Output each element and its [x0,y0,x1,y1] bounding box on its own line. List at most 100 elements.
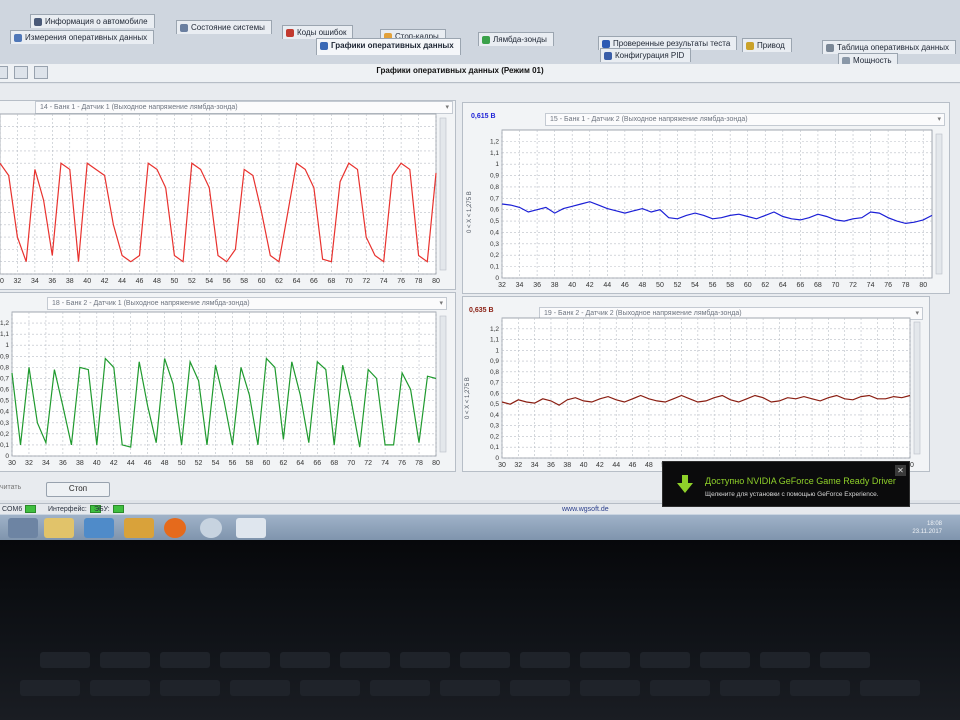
tab-pid-config[interactable]: Конфигурация PID [600,48,692,62]
keyboard-key [90,680,150,696]
vertical-scrollbar [439,117,447,271]
x-tick-label: 44 [118,278,126,285]
app-icon[interactable] [84,518,114,538]
x-tick-label: 46 [144,460,152,467]
x-tick-label: 32 [25,460,33,467]
tab-error-codes[interactable]: Коды ошибок [282,25,354,39]
keyboard-key [650,680,710,696]
x-tick-label: 44 [603,282,611,289]
x-tick-label: 72 [362,278,370,285]
plot-area [501,129,933,279]
x-tick-label: 66 [796,282,804,289]
media-icon[interactable] [124,518,154,538]
plot-area [11,311,437,457]
x-tick-label: 60 [263,460,271,467]
notification-title: Доступно NVIDIA GeForce Game Ready Drive… [705,476,896,486]
x-tick-label: 80 [432,460,440,467]
x-tick-label: 48 [639,282,647,289]
keyboard-key [510,680,570,696]
tab-lambda-sensors[interactable]: Лямбда-зонды [478,32,554,46]
chart-15: 32 34 36 38 40 42 44 46 48 50 52 54 56 58 60 62 64 66 68 70… [490,129,943,289]
download-arrow-icon [677,475,693,493]
tray-clock[interactable]: 18:08 23.11.2017 [912,520,942,536]
tab-bar: Информация о автомобиле Состояние систем… [0,0,960,67]
x-tick-label: 68 [327,278,335,285]
tab-drive[interactable]: Привод [742,38,792,52]
x-tick-label: 30 [0,278,4,285]
y-tick-label: 0,7 [490,380,499,387]
x-tick-label: 58 [240,278,248,285]
config-icon [604,52,612,60]
keyboard-key [340,652,390,668]
tab-live-data-measurements[interactable]: Измерения оперативных данных [10,30,155,44]
chart-18: 30 32 34 36 38 40 42 44 46 48 50 52 54 56 58 60 62 64 66 68… [0,311,447,467]
obd-app-icon[interactable] [236,518,266,538]
x-tick-label: 52 [188,278,196,285]
page-title: Графики оперативных данных (Режим 01) [376,66,544,75]
close-icon[interactable]: ✕ [895,465,906,476]
x-tick-label: 72 [364,460,372,467]
chart-19: 3032343638404244464850525456586062646668… [490,317,921,469]
y-tick-label: 0,8 [0,364,9,371]
screen: Информация о автомобиле Состояние систем… [0,0,960,540]
value-readout-15: 0,615 В [471,113,496,120]
x-tick-label: 40 [83,278,91,285]
x-tick-label: 34 [31,278,39,285]
y-tick-label: 0,2 [490,252,499,259]
x-tick-label: 78 [415,278,423,285]
x-tick-label: 76 [398,460,406,467]
x-tick-label: 64 [293,278,301,285]
chrome-icon[interactable] [200,518,222,538]
x-tick-label: 36 [48,278,56,285]
keyboard-key [20,680,80,696]
y-tick-label: 1,1 [490,150,499,157]
y-tick-label: 0,3 [490,423,499,430]
y-tick-label: 0,4 [490,229,499,236]
start-button[interactable] [8,518,38,538]
x-tick-label: 42 [110,460,118,467]
x-tick-label: 54 [691,282,699,289]
x-tick-label: 36 [547,462,555,469]
nvidia-notification[interactable]: Доступно NVIDIA GeForce Game Ready Drive… [662,461,910,507]
keyboard-key [700,652,750,668]
x-tick-label: 70 [347,460,355,467]
info-icon [34,18,42,26]
y-tick-label: 1,2 [0,320,9,327]
keyboard-key [720,680,780,696]
x-tick-label: 50 [178,460,186,467]
x-tick-label: 68 [330,460,338,467]
plot-area [501,317,911,459]
x-tick-label: 36 [59,460,67,467]
tab-live-data-table[interactable]: Таблица оперативных данных [822,40,957,54]
x-tick-label: 66 [310,278,318,285]
x-tick-label: 64 [296,460,304,467]
read-button-label[interactable]: читать [0,484,21,491]
x-tick-label: 44 [612,462,620,469]
x-tick-label: 70 [832,282,840,289]
explorer-icon[interactable] [44,518,74,538]
stop-button[interactable]: Стоп [46,482,110,497]
x-tick-label: 46 [621,282,629,289]
x-tick-label: 32 [514,462,522,469]
firefox-icon[interactable] [164,518,186,538]
tab-live-data-graphs[interactable]: Графики оперативных данных [316,38,461,55]
keyboard-key [640,652,690,668]
x-tick-label: 48 [161,460,169,467]
x-tick-label: 32 [14,278,22,285]
x-tick-label: 46 [136,278,144,285]
y-tick-label: 0,4 [490,412,499,419]
x-tick-label: 66 [313,460,321,467]
y-tick-label: 0,2 [0,431,9,438]
keyboard-key [160,652,210,668]
y-tick-label: 0,3 [490,241,499,248]
tab-system-state[interactable]: Состояние системы [176,20,272,34]
notification-body: Щелкните для установки с помощью GeForce… [705,491,879,498]
tab-vehicle-info[interactable]: Информация о автомобиле [30,14,155,28]
x-tick-label: 30 [498,462,506,469]
y-tick-label: 1 [495,161,499,168]
y-tick-label: 0,4 [0,409,9,416]
x-tick-label: 56 [229,460,237,467]
keyboard-key [460,652,510,668]
y-tick-label: 0,5 [0,398,9,405]
y-tick-label: 1,2 [490,326,499,333]
